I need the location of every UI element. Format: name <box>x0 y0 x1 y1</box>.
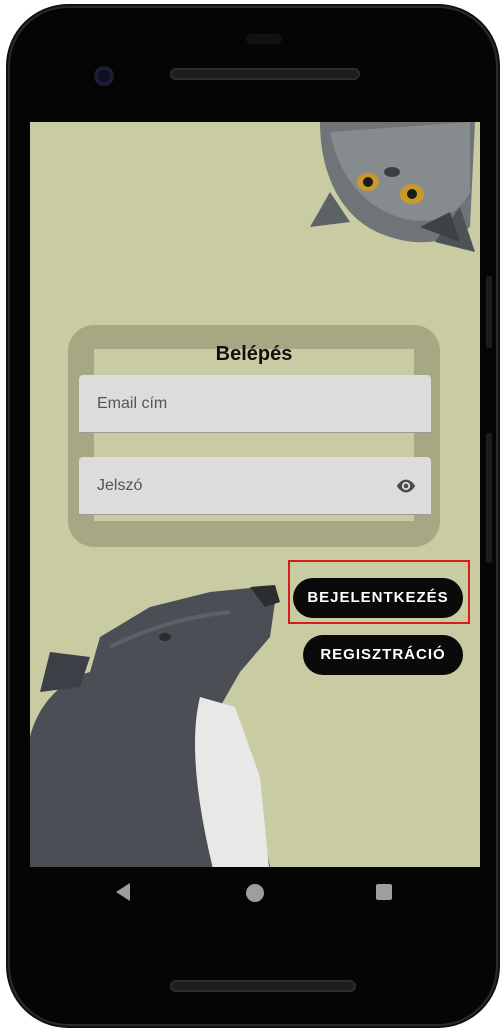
app-screen: Belépés Email cím Jelszó BEJELENTKEZÉS R… <box>30 122 480 867</box>
login-button[interactable]: BEJELENTKEZÉS <box>293 578 463 618</box>
email-field[interactable]: Email cím <box>79 375 431 433</box>
cat-illustration <box>310 122 475 252</box>
volume-button <box>486 433 492 563</box>
front-camera <box>94 66 114 86</box>
recent-apps-icon[interactable] <box>376 884 392 900</box>
home-icon[interactable] <box>246 884 264 902</box>
power-button <box>486 276 492 348</box>
password-field[interactable]: Jelszó <box>79 457 431 515</box>
register-button[interactable]: REGISZTRÁCIÓ <box>303 635 463 675</box>
bottom-speaker <box>170 980 356 992</box>
login-title: Belépés <box>215 343 293 365</box>
eye-icon[interactable] <box>393 475 419 497</box>
dog-illustration <box>30 585 280 867</box>
top-sensor <box>246 34 282 44</box>
back-icon[interactable] <box>116 883 130 901</box>
system-nav-bar <box>30 867 480 923</box>
password-placeholder: Jelszó <box>97 477 143 494</box>
login-card: Belépés Email cím Jelszó <box>68 325 440 547</box>
email-placeholder: Email cím <box>97 395 168 412</box>
earpiece-speaker <box>170 68 360 80</box>
